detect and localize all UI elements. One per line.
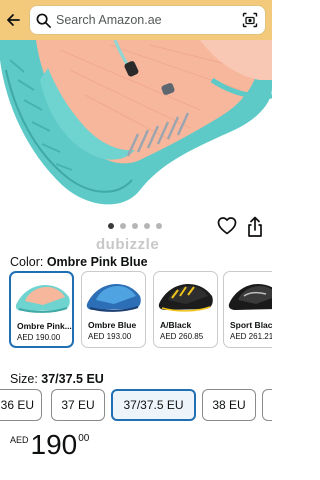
- gallery-dot[interactable]: [120, 223, 126, 229]
- gallery-dot[interactable]: [108, 223, 114, 229]
- header-bar: [0, 0, 272, 40]
- swatch-price: AED 261.21: [230, 332, 272, 341]
- size-selected-value: 37/37.5 EU: [41, 372, 104, 386]
- swatch-name: A/Black: [160, 320, 192, 330]
- swatch-name: Sport Black: [230, 320, 272, 330]
- gallery-dot[interactable]: [132, 223, 138, 229]
- swatch-image: [86, 284, 141, 312]
- size-option-36[interactable]: 36 EU: [0, 389, 42, 421]
- swatch-price: AED 190.00: [17, 333, 61, 342]
- wishlist-button[interactable]: [217, 216, 237, 236]
- swatch-price: AED 260.85: [160, 332, 204, 341]
- swatch-image: [158, 284, 213, 312]
- search-input[interactable]: [56, 13, 241, 27]
- gallery-dots[interactable]: [108, 223, 162, 229]
- share-icon: [248, 216, 262, 237]
- product-image[interactable]: [0, 40, 272, 212]
- swatch-name: Ombre Pink...: [17, 321, 72, 331]
- search-icon: [36, 13, 51, 28]
- search-bar[interactable]: [29, 5, 266, 35]
- camera-search-icon: [242, 12, 258, 28]
- back-arrow-icon: [7, 14, 20, 26]
- size-option-38[interactable]: 38 EU: [202, 389, 256, 421]
- price-fraction: 00: [78, 433, 90, 444]
- color-swatch-list: Ombre Pink... AED 190.00 Ombre Blue AED …: [8, 271, 272, 351]
- size-option-next[interactable]: [262, 389, 272, 421]
- swatch-price: AED 193.00: [88, 332, 132, 341]
- color-swatch-ombre-blue[interactable]: Ombre Blue AED 193.00: [81, 271, 146, 348]
- size-label: Size:: [10, 372, 38, 386]
- size-option-37-37-5[interactable]: 37/37.5 EU: [111, 389, 196, 421]
- size-option-list: 36 EU 37 EU 37/37.5 EU 38 EU: [0, 389, 272, 423]
- swatch-image: [15, 285, 70, 313]
- price: AED 190 00: [10, 430, 89, 460]
- price-whole: 190: [30, 429, 78, 460]
- size-option-37[interactable]: 37 EU: [51, 389, 105, 421]
- color-selected-value: Ombre Pink Blue: [46, 255, 148, 269]
- back-button[interactable]: [0, 0, 26, 40]
- camera-search-button[interactable]: [241, 11, 259, 29]
- color-swatch-ombre-pink[interactable]: Ombre Pink... AED 190.00: [9, 271, 74, 348]
- watermark: dubizzle: [96, 236, 160, 253]
- swatch-image: [228, 284, 272, 310]
- share-button[interactable]: [246, 216, 264, 238]
- swatch-name: Ombre Blue: [88, 320, 137, 330]
- shoe-image: [0, 40, 272, 205]
- color-heading: Color: Ombre Pink Blue: [10, 255, 148, 269]
- gallery-dot[interactable]: [156, 223, 162, 229]
- size-heading: Size: 37/37.5 EU: [10, 372, 104, 386]
- price-currency: AED: [10, 435, 29, 445]
- gallery-dot[interactable]: [144, 223, 150, 229]
- color-swatch-a-black[interactable]: A/Black AED 260.85: [153, 271, 218, 348]
- color-label: Color:: [10, 255, 44, 269]
- color-swatch-sport-black[interactable]: Sport Black AED 261.21: [223, 271, 272, 348]
- heart-icon: [217, 217, 237, 235]
